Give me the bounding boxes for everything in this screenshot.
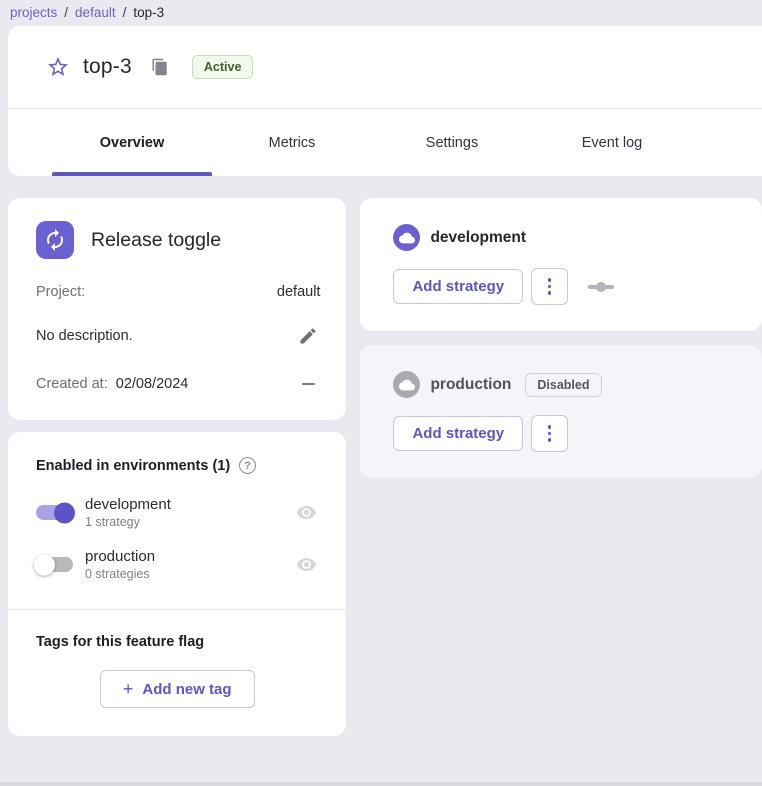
breadcrumb-separator: /: [123, 5, 127, 20]
lifecycle-stage-icon: [588, 282, 614, 292]
environment-name: production: [85, 548, 294, 565]
tags-section: Tags for this feature flag + Add new tag: [8, 610, 346, 736]
project-label: Project:: [36, 284, 85, 300]
cloud-environment-icon: [393, 224, 420, 251]
environments-card: Enabled in environments (1) ? developmen…: [8, 432, 346, 736]
created-at-value: 02/08/2024: [116, 376, 189, 392]
copy-icon[interactable]: [151, 58, 169, 76]
breadcrumb: projects / default / top-3: [0, 0, 762, 26]
environment-panel-name: production: [430, 376, 511, 394]
edit-description-pencil-icon[interactable]: [296, 324, 320, 348]
strategy-count: 1 strategy: [85, 515, 294, 529]
eye-icon[interactable]: [294, 553, 318, 577]
flag-type-label: Release toggle: [91, 229, 221, 252]
add-new-tag-label: Add new tag: [142, 681, 231, 698]
development-environment-panel: development Add strategy: [360, 198, 762, 331]
cloud-environment-icon: [393, 371, 420, 398]
add-new-tag-button[interactable]: + Add new tag: [100, 670, 255, 708]
tags-heading: Tags for this feature flag: [36, 634, 318, 650]
disabled-badge: Disabled: [525, 373, 601, 397]
production-toggle[interactable]: [36, 557, 73, 572]
environment-row-development: development 1 strategy: [36, 496, 318, 529]
plus-icon: +: [123, 680, 134, 698]
add-strategy-label: Add strategy: [412, 278, 504, 295]
add-strategy-button[interactable]: Add strategy: [393, 269, 523, 304]
help-icon[interactable]: ?: [239, 457, 256, 474]
right-column: development Add strategy prod: [360, 198, 762, 478]
environment-menu-kebab-icon[interactable]: [531, 415, 568, 452]
page-title: top-3: [83, 55, 132, 79]
environment-name: development: [85, 496, 294, 513]
breadcrumb-current: top-3: [133, 5, 164, 20]
project-value[interactable]: default: [277, 284, 321, 300]
collapse-minus-icon[interactable]: [296, 372, 320, 396]
tab-event-log[interactable]: Event log: [532, 109, 692, 176]
flag-header: top-3 Active: [8, 26, 762, 109]
breadcrumb-separator: /: [64, 5, 68, 20]
flag-header-card: top-3 Active Overview Metrics Settings E…: [8, 26, 762, 176]
eye-icon[interactable]: [294, 501, 318, 525]
description-text: No description.: [36, 328, 133, 344]
tab-bar: Overview Metrics Settings Event log: [8, 109, 762, 176]
breadcrumb-default-link[interactable]: default: [75, 5, 116, 20]
release-toggle-sync-icon: [36, 221, 74, 259]
environment-menu-kebab-icon[interactable]: [531, 268, 568, 305]
add-strategy-label: Add strategy: [412, 425, 504, 442]
environments-heading: Enabled in environments (1): [36, 458, 230, 474]
development-toggle[interactable]: [36, 505, 73, 520]
overview-content: Release toggle Project: default No descr…: [8, 198, 762, 736]
tab-overview[interactable]: Overview: [52, 109, 212, 176]
status-badge: Active: [192, 55, 254, 79]
strategy-count: 0 strategies: [85, 567, 294, 581]
breadcrumb-projects-link[interactable]: projects: [10, 5, 57, 20]
tab-metrics[interactable]: Metrics: [212, 109, 372, 176]
favorite-star-icon[interactable]: [46, 55, 70, 79]
left-column: Release toggle Project: default No descr…: [8, 198, 346, 736]
environment-row-production: production 0 strategies: [36, 548, 318, 581]
production-environment-panel: production Disabled Add strategy: [360, 345, 762, 478]
add-strategy-button[interactable]: Add strategy: [393, 416, 523, 451]
created-at-label: Created at:: [36, 376, 108, 392]
flag-type-card: Release toggle Project: default No descr…: [8, 198, 346, 420]
tab-settings[interactable]: Settings: [372, 109, 532, 176]
environment-panel-name: development: [430, 229, 526, 247]
horizontal-scrollbar[interactable]: [0, 782, 762, 786]
